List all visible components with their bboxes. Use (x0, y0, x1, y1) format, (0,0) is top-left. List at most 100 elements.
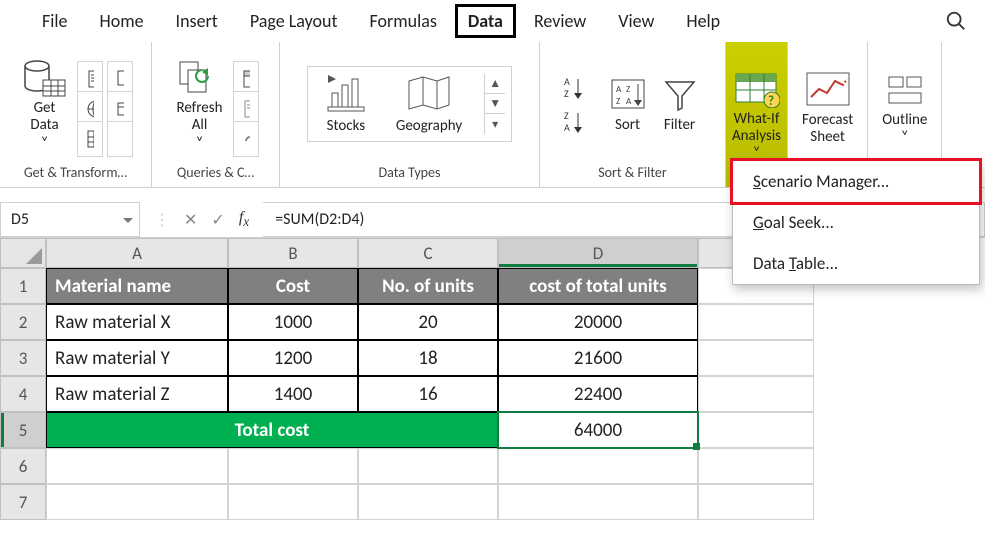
tab-home[interactable]: Home (86, 4, 158, 38)
tab-view[interactable]: View (604, 4, 668, 38)
row-header-4[interactable]: 4 (0, 376, 46, 412)
geography-label: Geography (396, 117, 462, 135)
whatif-label1: What-If (734, 111, 780, 128)
cell-B2[interactable]: 1000 (228, 304, 358, 340)
col-header-C[interactable]: C (358, 238, 498, 268)
row-header-6[interactable]: 6 (0, 448, 46, 484)
sort-za-icon: ZA (564, 109, 590, 133)
gallery-down-icon[interactable]: ▼ (485, 94, 505, 114)
cell-E3[interactable] (698, 340, 814, 376)
cell-D4[interactable]: 22400 (498, 376, 698, 412)
cell-A1[interactable]: Material name (46, 268, 228, 304)
data-table-item[interactable]: Data Table... (733, 243, 979, 284)
forecast-icon (805, 71, 851, 109)
svg-text:A: A (564, 121, 570, 133)
cell-E6[interactable] (698, 448, 814, 484)
cell-D5[interactable]: 64000 (498, 412, 698, 448)
outline-icon (885, 73, 925, 107)
tab-data[interactable]: Data (455, 4, 516, 38)
from-table-range-icon[interactable] (77, 121, 103, 157)
cell-B1[interactable]: Cost (228, 268, 358, 304)
tab-insert[interactable]: Insert (162, 4, 232, 38)
col-header-D[interactable]: D (498, 238, 698, 268)
sort-za-button[interactable]: ZA (564, 109, 590, 133)
tab-help[interactable]: Help (672, 4, 734, 38)
stocks-label: Stocks (327, 117, 366, 135)
forecast-sheet-button[interactable]: Forecast Sheet (798, 66, 857, 149)
data-types-gallery[interactable]: Stocks Geography ▲ ▼ ▾ (307, 66, 512, 142)
cell-D2[interactable]: 20000 (498, 304, 698, 340)
cell-B4[interactable]: 1400 (228, 376, 358, 412)
outline-button[interactable]: Outline ˅ (878, 66, 931, 149)
goal-seek-item[interactable]: Goal Seek... (733, 202, 979, 243)
cell-A7[interactable] (46, 484, 228, 520)
cell-A4[interactable]: Raw material Z (46, 376, 228, 412)
tab-file[interactable]: File (28, 4, 82, 38)
enter-formula-icon[interactable]: ✓ (211, 210, 224, 230)
funnel-icon (662, 78, 698, 112)
gallery-more-icon[interactable]: ▾ (485, 114, 505, 134)
cell-C7[interactable] (358, 484, 498, 520)
scenario-manager-item[interactable]: Scenario Manager... (730, 158, 982, 205)
row-header-2[interactable]: 2 (0, 304, 46, 340)
svg-text:Z: Z (564, 87, 569, 99)
tab-review[interactable]: Review (520, 4, 600, 38)
cell-D1[interactable]: cost of total units (498, 268, 698, 304)
cell-C3[interactable]: 18 (358, 340, 498, 376)
ribbon-tabs: File Home Insert Page Layout Formulas Da… (0, 0, 985, 42)
get-data-button[interactable]: Get Data ˅ (19, 54, 71, 154)
stocks-datatype[interactable]: Stocks (314, 69, 378, 139)
cell-E2[interactable] (698, 304, 814, 340)
sort-az-button[interactable]: AZ (564, 75, 590, 99)
cell-B7[interactable] (228, 484, 358, 520)
name-box[interactable]: D5 (0, 202, 140, 237)
forecast-label2: Sheet (810, 129, 845, 146)
table-key: T (789, 253, 796, 274)
table-text: able... (796, 253, 838, 274)
tab-pagelayout[interactable]: Page Layout (236, 4, 352, 38)
cancel-formula-icon[interactable]: ✕ (184, 210, 197, 230)
tab-formulas[interactable]: Formulas (356, 4, 451, 38)
database-icon (23, 58, 67, 98)
col-header-B[interactable]: B (228, 238, 358, 268)
group-get-transform: Get & Transform… (6, 160, 145, 187)
cell-D6[interactable] (498, 448, 698, 484)
cell-D3[interactable]: 21600 (498, 340, 698, 376)
svg-text:Z: Z (616, 96, 620, 107)
scenario-text: cenario Manager... (761, 171, 890, 192)
geography-datatype[interactable]: Geography (388, 69, 470, 139)
filter-button[interactable]: Filter (658, 71, 702, 136)
row-header-1[interactable]: 1 (0, 268, 46, 304)
cell-D7[interactable] (498, 484, 698, 520)
cell-C4[interactable]: 16 (358, 376, 498, 412)
svg-text:?: ? (768, 94, 774, 108)
get-data-mini-buttons (77, 61, 133, 147)
group-datatypes: Data Types (286, 160, 533, 187)
sort-label: Sort (615, 117, 640, 134)
cell-B6[interactable] (228, 448, 358, 484)
cell-C1[interactable]: No. of units (358, 268, 498, 304)
refresh-label1: Refresh (176, 100, 222, 117)
refresh-all-button[interactable]: Refresh All ˅ (172, 54, 226, 154)
cell-C6[interactable] (358, 448, 498, 484)
cell-E4[interactable] (698, 376, 814, 412)
outline-label: Outline (882, 112, 927, 129)
cell-E7[interactable] (698, 484, 814, 520)
col-header-A[interactable]: A (46, 238, 228, 268)
fx-icon[interactable]: fx (239, 209, 249, 230)
select-all-corner[interactable] (0, 238, 46, 268)
cell-E5[interactable] (698, 412, 814, 448)
search-icon[interactable] (945, 10, 967, 32)
row-header-3[interactable]: 3 (0, 340, 46, 376)
cell-A6[interactable] (46, 448, 228, 484)
cell-A2[interactable]: Raw material X (46, 304, 228, 340)
row-header-7[interactable]: 7 (0, 484, 46, 520)
sort-button[interactable]: AZ ZA Sort (604, 71, 652, 136)
cell-total-label[interactable]: Total cost (46, 412, 498, 448)
gallery-up-icon[interactable]: ▲ (485, 74, 505, 94)
cell-C2[interactable]: 20 (358, 304, 498, 340)
cell-B3[interactable]: 1200 (228, 340, 358, 376)
edit-links-icon[interactable] (233, 121, 259, 157)
cell-A3[interactable]: Raw material Y (46, 340, 228, 376)
row-header-5[interactable]: 5 (0, 412, 46, 448)
